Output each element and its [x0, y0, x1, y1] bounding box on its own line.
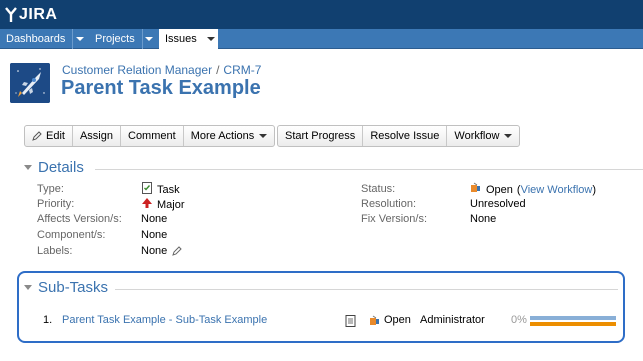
- nav-projects-label[interactable]: Projects: [89, 29, 142, 49]
- task-icon[interactable]: [345, 315, 356, 329]
- subtasks-section-header[interactable]: Sub-Tasks: [24, 279, 108, 296]
- progress-estimate-track: [530, 316, 616, 320]
- components-value: None: [141, 229, 168, 241]
- resolution-label: Resolution:: [361, 198, 417, 210]
- edit-button-label: Edit: [46, 130, 65, 142]
- status-label: Status:: [361, 183, 396, 195]
- status-open-icon: [470, 182, 482, 197]
- labels-label: Labels:: [37, 245, 73, 257]
- view-workflow-link[interactable]: View Workflow: [521, 184, 593, 196]
- breadcrumb-issue-key-link[interactable]: CRM-7: [223, 63, 261, 77]
- chevron-down-icon: [207, 37, 216, 41]
- issue-title[interactable]: Parent Task Example: [61, 77, 261, 100]
- edit-button[interactable]: Edit: [25, 126, 73, 146]
- details-divider: [95, 169, 643, 170]
- comment-button[interactable]: Comment: [121, 126, 184, 146]
- nav-dashboards-label[interactable]: Dashboards: [0, 29, 72, 49]
- subtasks-heading: Sub-Tasks: [38, 279, 109, 296]
- nav-projects-dropdown[interactable]: [141, 29, 156, 49]
- subtask-number: 1.: [43, 314, 53, 326]
- breadcrumb-project-link[interactable]: Customer Relation Manager: [62, 63, 212, 77]
- progress-remaining-track: [530, 322, 616, 326]
- subtask-assignee: Administrator: [420, 314, 485, 326]
- issue-actions-toolbar: Edit Assign Comment More Actions: [24, 125, 276, 147]
- nav-issues-label[interactable]: Issues: [159, 29, 204, 49]
- chevron-down-icon: [259, 134, 268, 138]
- fix-version-value: None: [470, 213, 497, 225]
- workflow-button-label: Workflow: [454, 130, 500, 142]
- details-section-header[interactable]: Details: [24, 159, 84, 176]
- collapse-toggle-icon[interactable]: [24, 165, 32, 170]
- main-nav-bar: Dashboards Projects Issues: [0, 29, 643, 49]
- subtask-summary-link[interactable]: Parent Task Example - Sub-Task Example: [62, 314, 267, 328]
- fix-version-label: Fix Version/s:: [361, 213, 428, 225]
- priority-major-icon: [141, 197, 153, 212]
- jira-logo-icon: [4, 7, 18, 23]
- nav-projects[interactable]: Projects: [89, 29, 156, 49]
- workflow-button[interactable]: Workflow: [447, 126, 519, 146]
- chevron-down-icon: [145, 37, 154, 41]
- labels-value: None: [141, 245, 183, 257]
- rocket-icon: [10, 63, 50, 103]
- breadcrumb: Customer Relation Manager / CRM-7: [62, 63, 261, 77]
- details-heading: Details: [38, 159, 84, 176]
- nav-issues[interactable]: Issues: [159, 29, 218, 49]
- start-progress-button[interactable]: Start Progress: [278, 126, 364, 146]
- subtask-progress-bar: [530, 316, 616, 328]
- subtasks-divider: [115, 289, 618, 290]
- collapse-toggle-icon[interactable]: [24, 285, 32, 290]
- priority-label: Priority:: [37, 198, 75, 210]
- project-avatar[interactable]: [10, 63, 50, 103]
- priority-value: Major: [141, 197, 185, 212]
- edit-pencil-icon: [32, 131, 42, 141]
- workflow-actions-toolbar: Start Progress Resolve Issue Workflow: [277, 125, 521, 147]
- comment-button-label: Comment: [128, 130, 176, 142]
- jira-logo-text: JIRA: [19, 6, 58, 23]
- resolve-issue-button[interactable]: Resolve Issue: [363, 126, 448, 146]
- status-value: Open (View Workflow): [470, 182, 596, 197]
- affects-version-label: Affects Version/s:: [37, 213, 122, 225]
- start-progress-button-label: Start Progress: [285, 130, 356, 142]
- nav-issues-dropdown[interactable]: [203, 29, 218, 49]
- subtask-progress-label: 0%: [511, 314, 527, 326]
- type-value-text: Task: [157, 183, 180, 196]
- components-label: Component/s:: [37, 229, 106, 241]
- task-icon: [141, 182, 153, 197]
- chevron-down-icon: [75, 37, 84, 41]
- affects-version-value: None: [141, 213, 168, 225]
- jira-logo[interactable]: JIRA: [4, 6, 57, 24]
- assign-button[interactable]: Assign: [73, 126, 121, 146]
- more-actions-button[interactable]: More Actions: [184, 126, 275, 146]
- more-actions-button-label: More Actions: [190, 130, 255, 142]
- subtask-status: Open: [384, 314, 411, 326]
- status-paren-close: ): [592, 183, 596, 196]
- nav-dashboards[interactable]: Dashboards: [0, 29, 86, 49]
- chevron-down-icon: [504, 134, 513, 138]
- assign-button-label: Assign: [79, 130, 113, 142]
- labels-value-text: None: [141, 245, 168, 257]
- subtasks-highlight-frame: [17, 271, 625, 343]
- top-header: JIRA: [0, 0, 643, 29]
- edit-pencil-icon[interactable]: [172, 246, 183, 256]
- type-label: Type:: [37, 183, 64, 195]
- priority-value-text: Major: [157, 198, 185, 211]
- status-open-icon: [369, 315, 381, 329]
- breadcrumb-separator: /: [216, 63, 220, 77]
- resolution-value: Unresolved: [470, 198, 526, 210]
- resolve-issue-button-label: Resolve Issue: [370, 130, 440, 142]
- type-value: Task: [141, 182, 180, 197]
- status-value-text: Open: [486, 183, 513, 196]
- nav-dashboards-dropdown[interactable]: [72, 29, 86, 49]
